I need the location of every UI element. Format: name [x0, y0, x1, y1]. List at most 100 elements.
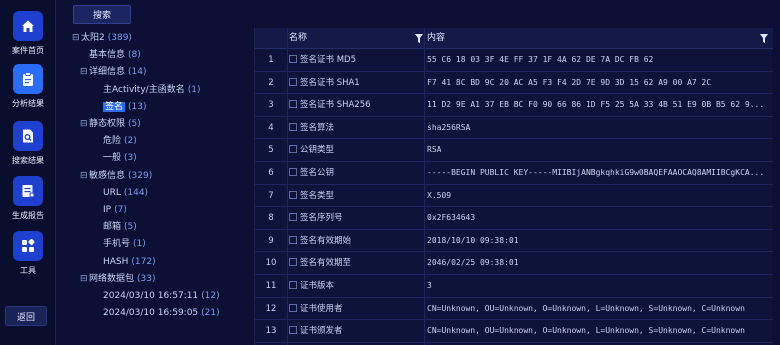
- home-icon: [13, 11, 43, 41]
- nav-item-tools[interactable]: 工具: [0, 231, 56, 276]
- name-text: 签名算法: [300, 122, 335, 133]
- tree-item-label: 敏感信息: [89, 170, 126, 181]
- row-checkbox[interactable]: [289, 190, 297, 199]
- name-cell: 证书颁发者: [289, 320, 424, 342]
- content-cell: 11 D2 9E A1 37 EB BC F0 90 66 86 1D F5 2…: [427, 100, 765, 110]
- name-text: 签名类型: [300, 190, 335, 201]
- back-button[interactable]: 返回: [5, 306, 47, 326]
- tree-item-count: (33): [137, 273, 156, 284]
- row-checkbox[interactable]: [289, 281, 297, 289]
- tree-item[interactable]: 签名 (13): [94, 99, 147, 116]
- name-text: 签名证书 MD5: [300, 55, 356, 65]
- table-row[interactable]: 11 证书版本 3: [255, 275, 773, 298]
- tree-item-label: 详细信息: [89, 67, 126, 78]
- table-row[interactable]: 8 签名序列号 0x2F634643: [255, 207, 773, 230]
- name-cell: 证书版本: [289, 275, 424, 297]
- collapse-toggle-icon[interactable]: ⊟: [72, 30, 81, 47]
- name-text: 签名证书 SHA1: [300, 77, 360, 88]
- detail-table: 名称 内容 1 签名证书 MD5 55 C6 18 03 3F 4E FF 37 1…: [254, 28, 773, 345]
- tree-item[interactable]: URL (144): [94, 185, 148, 202]
- tree-item[interactable]: HASH (172): [94, 254, 156, 271]
- row-checkbox[interactable]: [289, 77, 297, 86]
- collapse-toggle-icon[interactable]: ⊟: [80, 64, 89, 81]
- nav-item-case-home[interactable]: 案件首页: [0, 11, 56, 56]
- tree-item[interactable]: 手机号 (1): [94, 236, 146, 253]
- report-icon: [13, 176, 43, 206]
- name-cell: 签名有效期至: [289, 252, 424, 274]
- tree-item[interactable]: ⊟敏感信息 (329): [80, 168, 152, 185]
- content-cell: RSA: [427, 145, 442, 155]
- table-row[interactable]: 13 证书颁发者 CN=Unknown, OU=Unknown, O=Unknown…: [255, 320, 773, 343]
- table-row[interactable]: 3 签名证书 SHA256 11 D2 9E A1 37 EB BC F0 90 6…: [255, 94, 773, 117]
- row-checkbox[interactable]: [289, 168, 297, 176]
- left-nav: 案件首页 分析结果 搜索结果 生成报告 工具 返回: [0, 0, 56, 345]
- tree-item[interactable]: 邮箱 (5): [94, 219, 137, 236]
- row-checkbox[interactable]: [289, 235, 297, 244]
- tree-item[interactable]: ⊟详细信息 (14): [80, 64, 147, 81]
- tree-item-label: 太阳2: [81, 33, 105, 43]
- table-row[interactable]: 5 公钥类型 RSA: [255, 139, 773, 162]
- row-index: 1: [268, 55, 274, 65]
- name-text: 签名证书 SHA256: [300, 100, 371, 111]
- collapse-toggle-icon[interactable]: ⊟: [80, 168, 89, 185]
- nav-label: 工具: [20, 266, 36, 275]
- table-row[interactable]: 1 签名证书 MD5 55 C6 18 03 3F 4E FF 37 1F 4A 6…: [255, 49, 773, 72]
- tree-item-label: 静态权限: [89, 119, 126, 129]
- table-row[interactable]: 6 签名公钥 -----BEGIN PUBLIC KEY-----MIIBIjANB…: [255, 162, 773, 185]
- nav-item-search-results[interactable]: 搜索结果: [0, 121, 56, 166]
- table-row[interactable]: 10 签名有效期至 2046/02/25 09:38:01: [255, 252, 773, 275]
- tree-item-count: (8): [128, 50, 141, 61]
- tree-item[interactable]: 2024/03/10 16:59:05 (21): [94, 305, 220, 322]
- tree-item-count: (12): [201, 291, 220, 301]
- clipboard-icon: [13, 64, 43, 94]
- tree-item[interactable]: 主Activity/主函数名 (1): [94, 82, 200, 99]
- content-cell: 0x2F634643: [427, 213, 476, 223]
- table-row[interactable]: 9 签名有效期始 2018/10/10 09:38:01: [255, 230, 773, 253]
- tree-item-label: 主Activity/主函数名: [103, 84, 185, 95]
- content-cell: 2018/10/10 09:38:01: [427, 235, 519, 245]
- name-text: 证书颁发者: [300, 326, 343, 337]
- name-text: 证书使用者: [300, 303, 343, 314]
- table-row[interactable]: 12 证书使用者 CN=Unknown, OU=Unknown, O=Unknown…: [255, 298, 773, 321]
- name-cell: 签名证书 SHA256: [289, 94, 424, 116]
- tree-item[interactable]: ⊟太阳2 (389): [72, 30, 132, 47]
- row-checkbox[interactable]: [289, 213, 297, 222]
- table-row[interactable]: 2 签名证书 SHA1 F7 41 8C BD 9C 20 AC A5 F3 F4 …: [255, 72, 773, 95]
- row-checkbox[interactable]: [289, 303, 297, 312]
- row-checkbox[interactable]: [289, 122, 297, 131]
- tree-item[interactable]: 2024/03/10 16:57:11 (12): [94, 288, 220, 305]
- tree-item-label: 邮箱: [103, 222, 122, 233]
- name-cell: 签名证书 MD5: [289, 49, 424, 71]
- collapse-toggle-icon[interactable]: ⊟: [80, 116, 89, 133]
- name-text: 签名有效期至: [300, 258, 352, 269]
- tree-item[interactable]: ⊟网络数据包 (33): [80, 271, 156, 288]
- tree-item[interactable]: 基本信息 (8): [80, 47, 141, 64]
- collapse-toggle-icon[interactable]: ⊟: [80, 271, 89, 288]
- row-checkbox[interactable]: [289, 55, 297, 63]
- column-header-content[interactable]: 内容: [427, 28, 445, 49]
- row-checkbox[interactable]: [289, 326, 297, 335]
- filter-icon[interactable]: [760, 34, 768, 43]
- row-index: 12: [265, 303, 277, 314]
- tree-item[interactable]: 一般 (3): [94, 150, 137, 167]
- nav-item-generate-report[interactable]: 生成报告: [0, 176, 56, 221]
- tree-item[interactable]: ⊟静态权限 (5): [80, 116, 141, 133]
- search-button[interactable]: 搜索: [73, 5, 131, 24]
- row-checkbox[interactable]: [289, 258, 297, 267]
- table-row[interactable]: 7 签名类型 X.509: [255, 185, 773, 208]
- tree-item[interactable]: IP (7): [94, 202, 127, 219]
- row-index: 8: [268, 213, 274, 224]
- row-index: 2: [268, 77, 274, 88]
- tree-item-count: (2): [124, 136, 137, 147]
- table-row[interactable]: 4 签名算法 sha256RSA: [255, 117, 773, 140]
- row-checkbox[interactable]: [289, 145, 297, 154]
- column-header-name[interactable]: 名称: [289, 28, 307, 49]
- filter-icon[interactable]: [415, 34, 423, 43]
- tree-item-label: 基本信息: [89, 50, 126, 61]
- row-checkbox[interactable]: [289, 100, 297, 109]
- nav-item-analysis-results[interactable]: 分析结果: [0, 64, 56, 109]
- name-cell: 证书使用者: [289, 298, 424, 320]
- table-header: 名称 内容: [255, 28, 773, 49]
- tree-item[interactable]: 危险 (2): [94, 133, 137, 150]
- tree-item-label: IP: [103, 205, 112, 215]
